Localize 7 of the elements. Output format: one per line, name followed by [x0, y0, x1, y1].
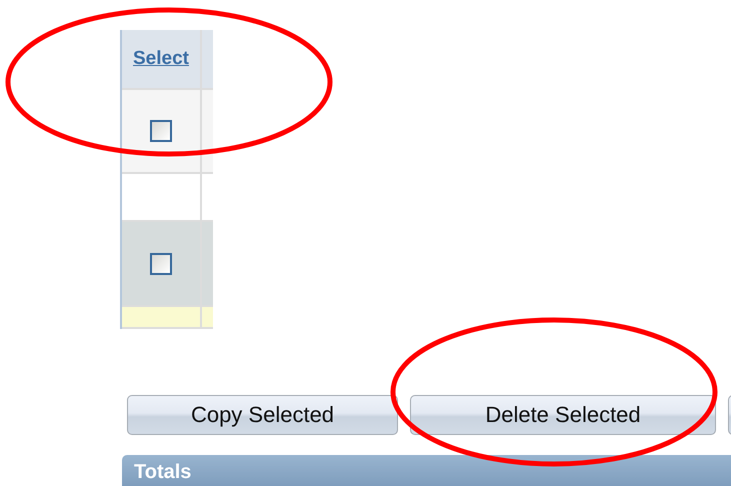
totals-title: Totals — [133, 460, 192, 484]
table-cell — [202, 307, 213, 327]
delete-selected-button[interactable]: Delete Selected — [410, 395, 716, 435]
checkbox[interactable] — [150, 252, 172, 274]
copy-selected-button[interactable]: Copy Selected — [127, 395, 398, 435]
select-column-link[interactable]: Select — [133, 48, 189, 70]
checkbox[interactable] — [150, 120, 172, 142]
